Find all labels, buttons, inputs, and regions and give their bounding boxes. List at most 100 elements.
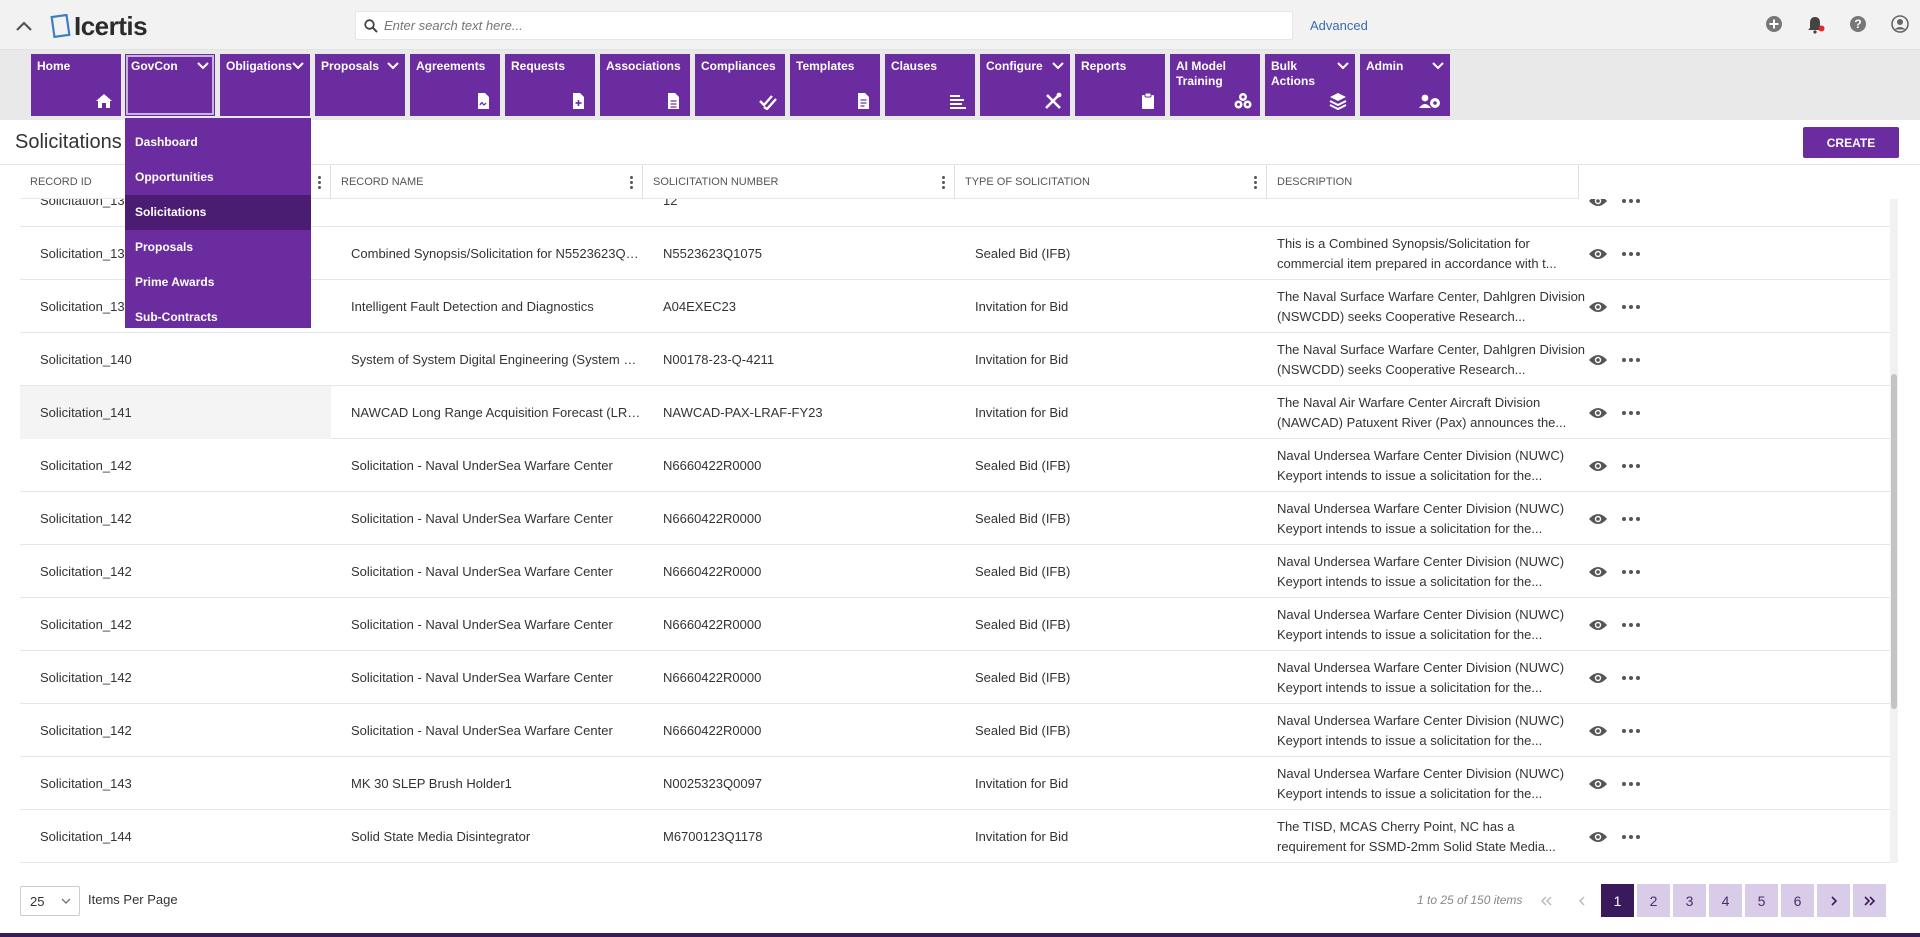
more-actions-icon[interactable] bbox=[1622, 357, 1642, 363]
eye-icon[interactable] bbox=[1588, 671, 1608, 685]
eye-icon[interactable] bbox=[1588, 777, 1608, 791]
bell-icon[interactable] bbox=[1806, 14, 1826, 34]
page-5-button[interactable]: 5 bbox=[1745, 884, 1778, 917]
add-circle-icon[interactable] bbox=[1764, 14, 1784, 34]
page-1-button[interactable]: 1 bbox=[1601, 884, 1634, 917]
record-name[interactable]: Solicitation - Naval UnderSea Warfare Ce… bbox=[351, 617, 613, 632]
items-per-page-select[interactable]: 25 bbox=[20, 886, 80, 916]
create-button[interactable]: CREATE bbox=[1803, 127, 1899, 158]
help-icon[interactable]: ? bbox=[1848, 14, 1868, 34]
eye-icon[interactable] bbox=[1588, 353, 1608, 367]
more-actions-icon[interactable] bbox=[1622, 199, 1642, 204]
column-header-record-name[interactable]: RECORD NAME bbox=[331, 165, 643, 199]
page-6-button[interactable]: 6 bbox=[1781, 884, 1814, 917]
table-row[interactable]: Solicitation_142 Solicitation - Naval Un… bbox=[20, 545, 1890, 598]
column-menu-icon[interactable] bbox=[1252, 165, 1258, 199]
first-page-button[interactable] bbox=[1529, 884, 1562, 917]
more-actions-icon[interactable] bbox=[1622, 251, 1642, 257]
record-name[interactable]: Solicitation - Naval UnderSea Warfare Ce… bbox=[351, 564, 613, 579]
column-header-description[interactable]: DESCRIPTION bbox=[1267, 165, 1579, 199]
more-actions-icon[interactable] bbox=[1622, 622, 1642, 628]
more-actions-icon[interactable] bbox=[1622, 834, 1642, 840]
nav-item-proposals[interactable]: Proposals bbox=[315, 54, 405, 116]
more-actions-icon[interactable] bbox=[1622, 728, 1642, 734]
table-row[interactable]: Solicitation_142 Solicitation - Naval Un… bbox=[20, 651, 1890, 704]
advanced-search-link[interactable]: Advanced bbox=[1310, 18, 1368, 33]
table-row[interactable]: Solicitation_142 Solicitation - Naval Un… bbox=[20, 439, 1890, 492]
nav-item-reports[interactable]: Reports bbox=[1075, 54, 1165, 116]
nav-item-home[interactable]: Home bbox=[31, 54, 121, 116]
nav-item-configure[interactable]: Configure bbox=[980, 54, 1070, 116]
icertis-logo[interactable]: Icertis bbox=[50, 11, 148, 41]
table-row[interactable]: Solicitation_143 MK 30 SLEP Brush Holder… bbox=[20, 757, 1890, 810]
nav-item-associations[interactable]: Associations bbox=[600, 54, 690, 116]
record-name[interactable]: Combined Synopsis/Solicitation for N5523… bbox=[351, 246, 643, 261]
page-4-button[interactable]: 4 bbox=[1709, 884, 1742, 917]
nav-item-agreements[interactable]: Agreements bbox=[410, 54, 500, 116]
record-name[interactable]: Intelligent Fault Detection and Diagnost… bbox=[351, 299, 594, 314]
record-name[interactable]: Solicitation - Naval UnderSea Warfare Ce… bbox=[351, 723, 613, 738]
more-actions-icon[interactable] bbox=[1622, 569, 1642, 575]
eye-icon[interactable] bbox=[1588, 199, 1608, 208]
nav-item-requests[interactable]: Requests bbox=[505, 54, 595, 116]
more-actions-icon[interactable] bbox=[1622, 304, 1642, 310]
menu-item-opportunities[interactable]: Opportunities bbox=[125, 160, 311, 195]
table-row[interactable]: Solicitation_142 Solicitation - Naval Un… bbox=[20, 492, 1890, 545]
column-header-type-of-solicitation[interactable]: TYPE OF SOLICITATION bbox=[955, 165, 1267, 199]
menu-item-prime-awards[interactable]: Prime Awards bbox=[125, 265, 311, 300]
global-search[interactable] bbox=[355, 11, 1293, 40]
user-profile-icon[interactable] bbox=[1890, 14, 1910, 34]
table-scrollbar[interactable] bbox=[1890, 199, 1898, 863]
record-name[interactable]: Solicitation - Naval UnderSea Warfare Ce… bbox=[351, 511, 613, 526]
nav-item-clauses[interactable]: Clauses bbox=[885, 54, 975, 116]
record-name[interactable]: Solid State Media Disintegrator bbox=[351, 829, 530, 844]
eye-icon[interactable] bbox=[1588, 459, 1608, 473]
nav-item-admin[interactable]: Admin bbox=[1360, 54, 1450, 116]
next-page-button[interactable] bbox=[1817, 884, 1850, 917]
record-name[interactable]: Solicitation - Naval UnderSea Warfare Ce… bbox=[351, 670, 613, 685]
nav-item-bulk-actions[interactable]: Bulk Actions bbox=[1265, 54, 1355, 116]
nav-item-templates[interactable]: Templates bbox=[790, 54, 880, 116]
eye-icon[interactable] bbox=[1588, 618, 1608, 632]
table-row[interactable]: Solicitation_140 System of System Digita… bbox=[20, 333, 1890, 386]
table-row[interactable]: Solicitation_142 Solicitation - Naval Un… bbox=[20, 704, 1890, 757]
nav-item-compliances[interactable]: Compliances bbox=[695, 54, 785, 116]
table-row[interactable]: Solicitation_142 Solicitation - Naval Un… bbox=[20, 598, 1890, 651]
page-3-button[interactable]: 3 bbox=[1673, 884, 1706, 917]
last-page-button[interactable] bbox=[1853, 884, 1886, 917]
eye-icon[interactable] bbox=[1588, 406, 1608, 420]
more-actions-icon[interactable] bbox=[1622, 410, 1642, 416]
more-actions-icon[interactable] bbox=[1622, 463, 1642, 469]
record-name[interactable]: System of System Digital Engineering (Sy… bbox=[351, 352, 643, 367]
more-actions-icon[interactable] bbox=[1622, 781, 1642, 787]
record-name[interactable]: Solicitation - Naval UnderSea Warfare Ce… bbox=[351, 458, 613, 473]
page-2-button[interactable]: 2 bbox=[1637, 884, 1670, 917]
menu-item-dashboard[interactable]: Dashboard bbox=[125, 125, 311, 160]
column-menu-icon[interactable] bbox=[628, 165, 634, 199]
search-input[interactable] bbox=[384, 18, 1264, 33]
menu-item-sub-contracts[interactable]: Sub-Contracts bbox=[125, 300, 311, 335]
table-row[interactable]: Solicitation_141 NAWCAD Long Range Acqui… bbox=[20, 386, 1890, 439]
record-name[interactable]: NAWCAD Long Range Acquisition Forecast (… bbox=[351, 405, 643, 420]
nav-item-ai-model-training[interactable]: AI Model Training bbox=[1170, 54, 1260, 116]
chevron-up-icon[interactable] bbox=[12, 14, 36, 38]
eye-icon[interactable] bbox=[1588, 565, 1608, 579]
eye-icon[interactable] bbox=[1588, 830, 1608, 844]
more-actions-icon[interactable] bbox=[1622, 675, 1642, 681]
menu-item-solicitations[interactable]: Solicitations bbox=[125, 195, 311, 230]
more-actions-icon[interactable] bbox=[1622, 516, 1642, 522]
eye-icon[interactable] bbox=[1588, 300, 1608, 314]
eye-icon[interactable] bbox=[1588, 512, 1608, 526]
table-row[interactable]: Solicitation_144 Solid State Media Disin… bbox=[20, 810, 1890, 863]
previous-page-button[interactable] bbox=[1565, 884, 1598, 917]
column-header-solicitation-number[interactable]: SOLICITATION NUMBER bbox=[643, 165, 955, 199]
menu-item-proposals[interactable]: Proposals bbox=[125, 230, 311, 265]
column-menu-icon[interactable] bbox=[316, 165, 322, 199]
nav-item-govcon[interactable]: GovCon bbox=[125, 54, 215, 116]
nav-item-obligations[interactable]: Obligations bbox=[220, 54, 310, 116]
column-menu-icon[interactable] bbox=[940, 165, 946, 199]
eye-icon[interactable] bbox=[1588, 247, 1608, 261]
scrollbar-thumb[interactable] bbox=[1891, 374, 1897, 709]
eye-icon[interactable] bbox=[1588, 724, 1608, 738]
record-name[interactable]: MK 30 SLEP Brush Holder1 bbox=[351, 776, 512, 791]
